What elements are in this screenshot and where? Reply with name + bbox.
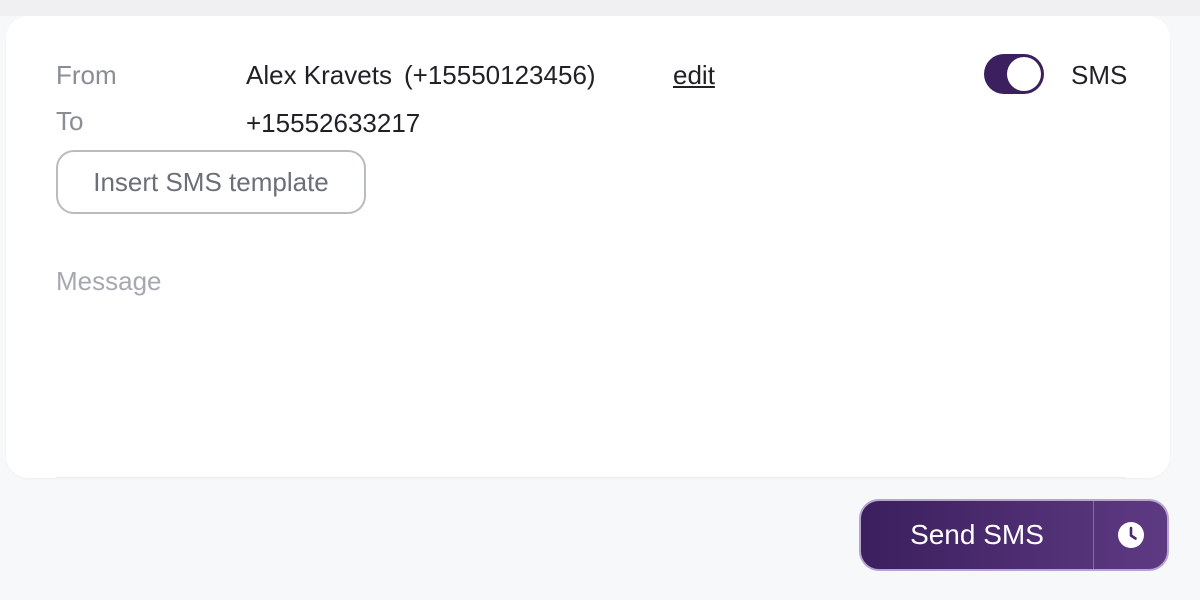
- message-input[interactable]: [56, 262, 1126, 472]
- from-number: (+15550123456): [404, 60, 596, 90]
- from-name: Alex Kravets: [246, 60, 392, 90]
- toggle-knob: [1007, 57, 1041, 91]
- insert-sms-template-button[interactable]: Insert SMS template: [56, 150, 366, 214]
- schedule-send-button[interactable]: [1094, 501, 1167, 569]
- to-value: +15552633217: [246, 108, 421, 138]
- sms-toggle[interactable]: [984, 54, 1044, 94]
- clock-icon: [1117, 522, 1144, 548]
- sms-toggle-label: SMS: [1071, 60, 1128, 90]
- send-sms-button[interactable]: Send SMS: [861, 501, 1093, 569]
- top-strip: [0, 0, 1200, 16]
- to-label: To: [56, 106, 84, 136]
- send-button-group: Send SMS: [859, 499, 1169, 571]
- card-divider: [56, 477, 1126, 478]
- edit-from-link[interactable]: edit: [673, 60, 715, 91]
- from-label: From: [56, 60, 117, 90]
- sms-composer-card: From Alex Kravets (+15550123456) edit SM…: [6, 16, 1170, 478]
